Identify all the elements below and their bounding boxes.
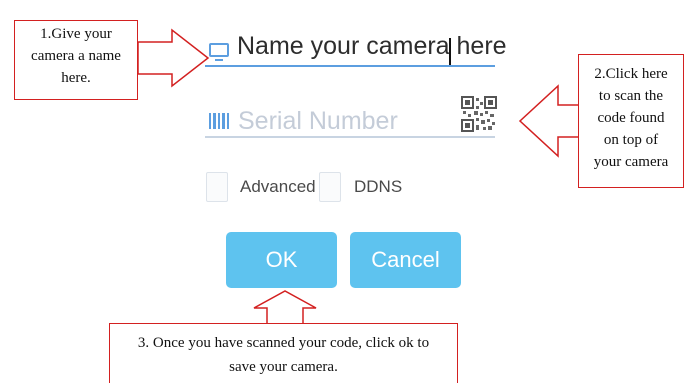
step3-line: save your camera. <box>229 359 338 375</box>
step3-line: 3. Once you have scanned your code, clic… <box>137 335 430 351</box>
step3-callout: 3. Once you have scanned your code, clic… <box>109 323 458 383</box>
